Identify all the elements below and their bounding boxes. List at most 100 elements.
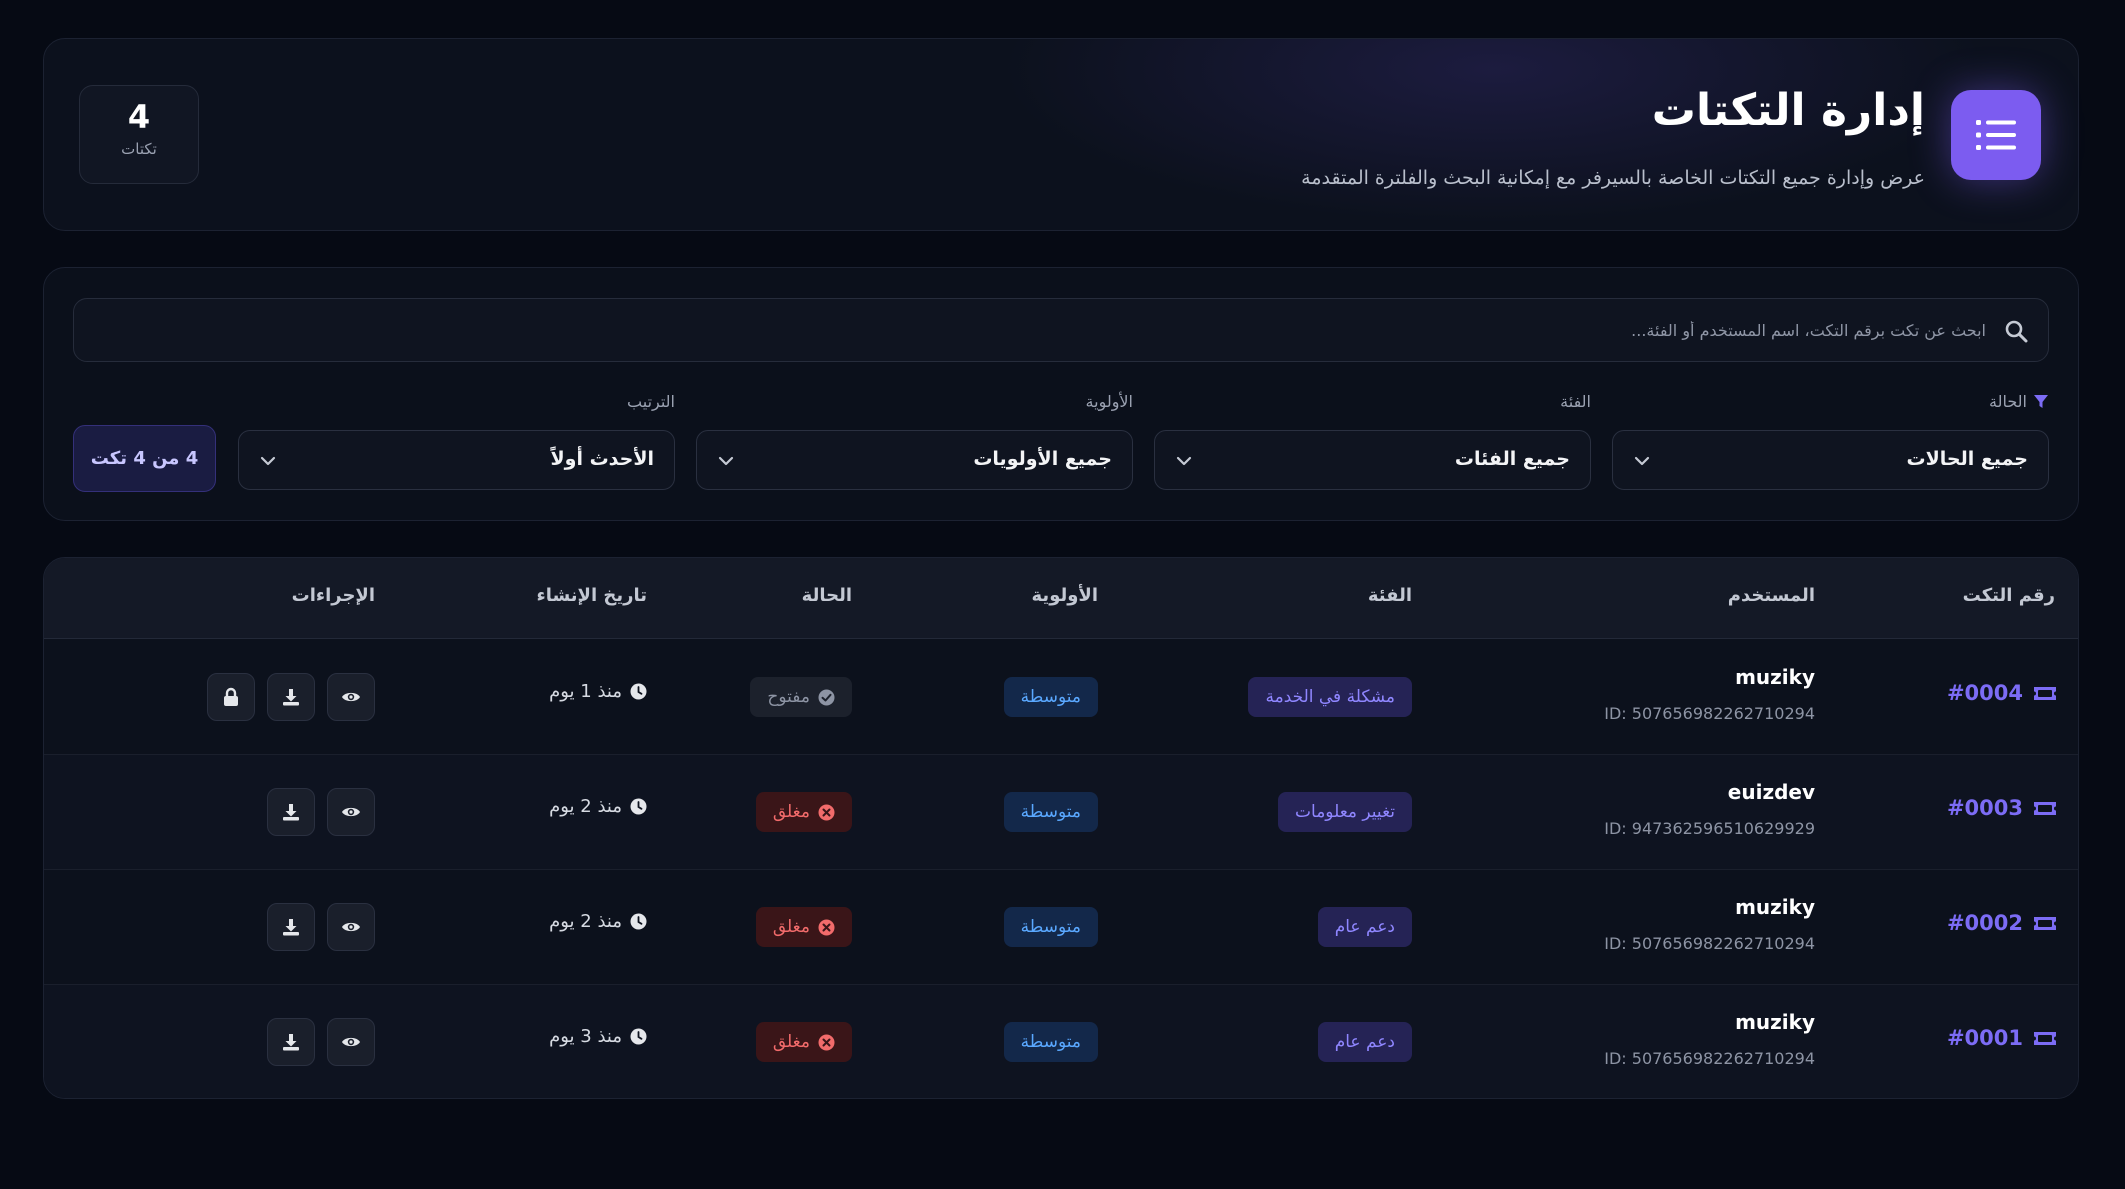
ticket-id-text: #0004 bbox=[1946, 681, 2023, 705]
ticket-icon bbox=[2034, 1031, 2056, 1045]
priority-badge: متوسطة bbox=[1003, 677, 1098, 717]
created-date-text: منذ 2 يوم bbox=[549, 796, 622, 817]
category-badge: تغيير معلومات bbox=[1278, 792, 1412, 832]
priority-badge: متوسطة bbox=[1003, 907, 1098, 947]
view-button[interactable] bbox=[327, 1018, 375, 1066]
priority-select[interactable]: جميع الأولويات bbox=[696, 430, 1133, 490]
status-select-value: جميع الحالات bbox=[1906, 448, 2029, 470]
download-icon bbox=[283, 1034, 299, 1051]
result-count-badge: 4 من 4 تكت bbox=[73, 425, 216, 492]
header-card: إدارة التكتات عرض وإدارة جميع التكتات ال… bbox=[43, 38, 2079, 231]
close-ticket-button[interactable] bbox=[207, 673, 255, 721]
column-header-category: الفئة bbox=[1367, 585, 1412, 606]
column-header-ticket-number: رقم التكت bbox=[1962, 585, 2055, 606]
table-row[interactable]: #0003 euizdev ID: 947362596510629929 تغي… bbox=[44, 755, 2078, 870]
status-badge: مغلق bbox=[755, 1022, 852, 1062]
x-circle-icon bbox=[818, 804, 835, 820]
search-box bbox=[73, 298, 2049, 362]
priority-badge: متوسطة bbox=[1003, 1022, 1098, 1062]
row-actions bbox=[207, 673, 375, 721]
chevron-down-icon bbox=[1176, 456, 1192, 466]
download-button[interactable] bbox=[267, 1018, 315, 1066]
ticket-id[interactable]: #0003 bbox=[1947, 796, 2057, 820]
ticket-icon bbox=[2034, 916, 2056, 930]
list-icon bbox=[1951, 90, 2041, 180]
user-id: ID: 507656982262710294 bbox=[1604, 1049, 1815, 1068]
status-badge-text: مغلق bbox=[772, 1032, 810, 1052]
eye-icon bbox=[342, 692, 360, 702]
status-badge: مغلق bbox=[755, 907, 852, 947]
category-badge: مشكلة في الخدمة bbox=[1248, 677, 1412, 717]
category-select-value: جميع الفئات bbox=[1454, 448, 1570, 470]
ticket-id[interactable]: #0004 bbox=[1947, 681, 2057, 705]
download-icon bbox=[283, 804, 299, 821]
eye-icon bbox=[342, 807, 360, 817]
ticket-id-text: #0003 bbox=[1946, 796, 2023, 820]
page-title: إدارة التكتات bbox=[1651, 85, 1925, 136]
priority-badge: متوسطة bbox=[1003, 792, 1098, 832]
check-circle-icon bbox=[818, 689, 835, 705]
ticket-count-label: تكتات bbox=[121, 140, 157, 158]
tickets-table: رقم التكت المستخدم الفئة الأولوية الحالة… bbox=[43, 557, 2079, 1099]
chevron-down-icon bbox=[260, 456, 276, 466]
created-date: منذ 2 يوم bbox=[549, 796, 647, 817]
category-badge: دعم عام bbox=[1317, 1022, 1412, 1062]
view-button[interactable] bbox=[327, 903, 375, 951]
ticket-id[interactable]: #0002 bbox=[1947, 911, 2057, 935]
user-name: euizdev bbox=[1727, 780, 1815, 804]
user-name: muziky bbox=[1735, 895, 1815, 919]
user-name: muziky bbox=[1735, 1010, 1815, 1034]
ticket-id-text: #0001 bbox=[1946, 1026, 2023, 1050]
x-circle-icon bbox=[818, 1034, 835, 1050]
eye-icon bbox=[342, 1037, 360, 1047]
user-id: ID: 507656982262710294 bbox=[1604, 934, 1815, 953]
user-id: ID: 947362596510629929 bbox=[1604, 819, 1815, 838]
status-select[interactable]: جميع الحالات bbox=[1612, 430, 2049, 490]
user-name: muziky bbox=[1735, 665, 1815, 689]
priority-select-value: جميع الأولويات bbox=[973, 448, 1112, 470]
page-subtitle: عرض وإدارة جميع التكتات الخاصة بالسيرفر … bbox=[1301, 167, 1925, 189]
x-circle-icon bbox=[818, 919, 835, 935]
column-header-priority: الأولوية bbox=[1031, 585, 1098, 606]
download-button[interactable] bbox=[267, 903, 315, 951]
download-icon bbox=[283, 919, 299, 936]
column-header-created: تاريخ الإنشاء bbox=[536, 585, 648, 606]
table-row[interactable]: #0001 muziky ID: 507656982262710294 دعم … bbox=[44, 985, 2078, 1098]
ticket-icon bbox=[2034, 801, 2056, 815]
search-input[interactable] bbox=[106, 299, 1986, 361]
clock-icon bbox=[630, 1028, 647, 1045]
created-date-text: منذ 2 يوم bbox=[549, 911, 622, 932]
ticket-id[interactable]: #0001 bbox=[1947, 1026, 2057, 1050]
created-date: منذ 2 يوم bbox=[549, 911, 647, 932]
download-button[interactable] bbox=[267, 673, 315, 721]
table-row[interactable]: #0004 muziky ID: 507656982262710294 مشكل… bbox=[44, 640, 2078, 755]
chevron-down-icon bbox=[718, 456, 734, 466]
status-badge-text: مغلق bbox=[772, 802, 810, 822]
ticket-icon bbox=[2034, 686, 2056, 700]
priority-filter-label: الأولوية bbox=[1085, 392, 1133, 411]
created-date-text: منذ 3 يوم bbox=[549, 1026, 622, 1047]
user-id: ID: 507656982262710294 bbox=[1604, 704, 1815, 723]
download-button[interactable] bbox=[267, 788, 315, 836]
status-badge: مفتوح bbox=[750, 677, 852, 717]
sort-select[interactable]: الأحدث أولاً bbox=[238, 430, 675, 490]
category-select[interactable]: جميع الفئات bbox=[1154, 430, 1591, 490]
ticket-id-text: #0002 bbox=[1946, 911, 2023, 935]
row-actions bbox=[267, 1018, 375, 1066]
created-date-text: منذ 1 يوم bbox=[549, 681, 622, 702]
row-actions bbox=[267, 903, 375, 951]
column-header-actions: الإجراءات bbox=[291, 585, 375, 606]
sort-filter-label: الترتيب bbox=[627, 392, 675, 411]
table-row[interactable]: #0002 muziky ID: 507656982262710294 دعم … bbox=[44, 870, 2078, 985]
ticket-count-box: 4 تكتات bbox=[79, 85, 199, 184]
status-badge-text: مغلق bbox=[772, 917, 810, 937]
view-button[interactable] bbox=[327, 788, 375, 836]
view-button[interactable] bbox=[327, 673, 375, 721]
created-date: منذ 3 يوم bbox=[549, 1026, 647, 1047]
status-badge-text: مفتوح bbox=[767, 687, 810, 707]
tickets-page: إدارة التكتات عرض وإدارة جميع التكتات ال… bbox=[0, 0, 2125, 1189]
lock-icon bbox=[224, 687, 238, 706]
status-filter-label: الحالة bbox=[1989, 392, 2049, 411]
column-header-status: الحالة bbox=[801, 585, 852, 606]
row-actions bbox=[267, 788, 375, 836]
